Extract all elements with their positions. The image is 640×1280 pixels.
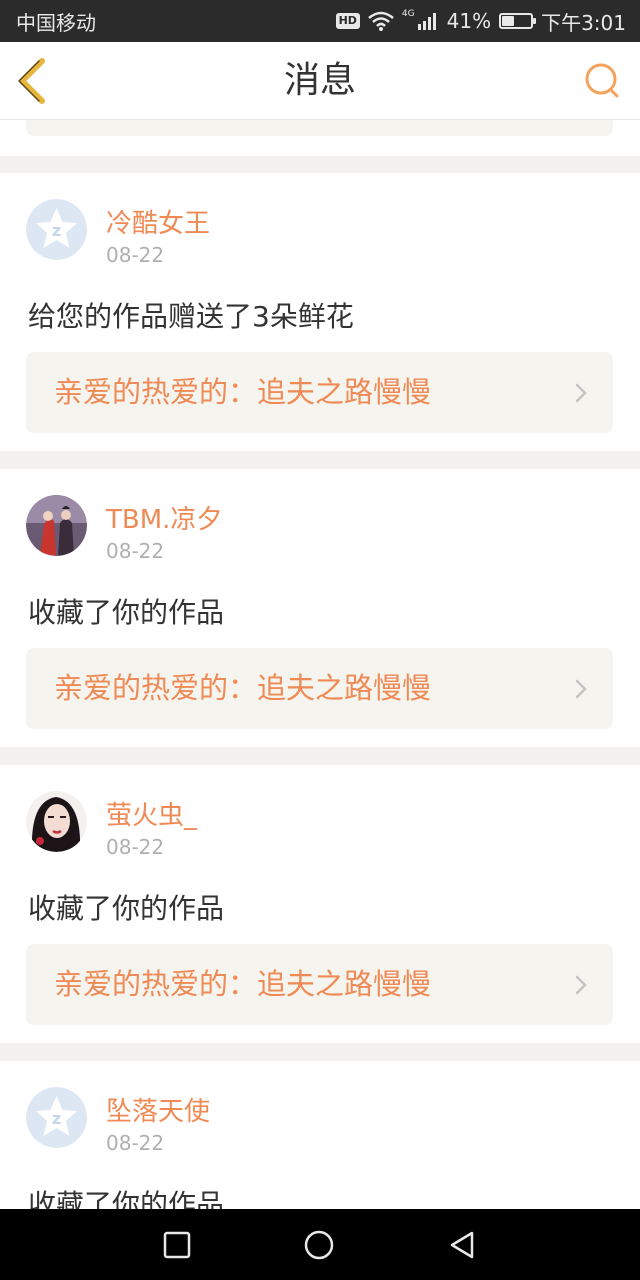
photo-avatar-icon bbox=[26, 495, 87, 556]
clock: 下午3:01 bbox=[541, 10, 626, 35]
triangle-back-icon bbox=[450, 1231, 474, 1259]
circle-icon bbox=[304, 1230, 334, 1260]
status-bar: 中国移动 HD 4G 41% 下午3:01 bbox=[0, 0, 640, 42]
chevron-right-icon bbox=[575, 383, 587, 403]
avatar[interactable]: z bbox=[26, 1087, 87, 1148]
back-arrow-icon bbox=[18, 58, 45, 104]
system-navigation-bar bbox=[0, 1209, 640, 1280]
default-avatar-icon: z bbox=[26, 1087, 87, 1148]
message-date: 08-22 bbox=[106, 1131, 165, 1155]
search-icon bbox=[585, 63, 619, 98]
message-date: 08-22 bbox=[106, 539, 165, 563]
photo-avatar-icon bbox=[26, 791, 87, 852]
chevron-right-icon bbox=[575, 975, 587, 995]
username[interactable]: 坠落天使 bbox=[106, 1091, 210, 1128]
chevron-right-icon bbox=[575, 679, 587, 699]
work-link-title: 亲爱的热爱的：追夫之路慢慢 bbox=[54, 375, 432, 409]
default-avatar-icon: z bbox=[26, 199, 87, 260]
avatar[interactable] bbox=[26, 495, 87, 556]
recent-apps-button[interactable] bbox=[161, 1229, 193, 1261]
partial-link-box bbox=[26, 120, 613, 136]
network-type: 4G bbox=[401, 8, 415, 19]
page-title: 消息 bbox=[283, 60, 356, 101]
message-date: 08-22 bbox=[106, 243, 165, 267]
wifi-icon bbox=[368, 11, 394, 31]
avatar[interactable] bbox=[26, 791, 87, 852]
work-link[interactable]: 亲爱的热爱的：追夫之路慢慢 bbox=[26, 352, 613, 433]
username[interactable]: 冷酷女王 bbox=[106, 203, 210, 240]
message-list[interactable]: z 冷酷女王 08-22 给您的作品赠送了3朵鲜花 亲爱的热爱的：追夫之路慢慢 bbox=[0, 120, 640, 1209]
message-text: 给您的作品赠送了3朵鲜花 bbox=[28, 300, 354, 333]
hd-icon: HD bbox=[335, 13, 360, 29]
search-button[interactable] bbox=[582, 60, 626, 104]
message-text: 收藏了你的作品 bbox=[28, 892, 225, 925]
avatar[interactable]: z bbox=[26, 199, 87, 260]
square-icon bbox=[163, 1231, 191, 1259]
status-icons: HD 4G 41% 下午3:01 bbox=[335, 7, 626, 36]
work-link[interactable]: 亲爱的热爱的：追夫之路慢慢 bbox=[26, 944, 613, 1025]
message-card: 萤火虫_ 08-22 收藏了你的作品 亲爱的热爱的：追夫之路慢慢 bbox=[0, 765, 640, 1043]
work-link-title: 亲爱的热爱的：追夫之路慢慢 bbox=[54, 967, 432, 1001]
username[interactable]: 萤火虫_ bbox=[106, 795, 197, 832]
back-nav-button[interactable] bbox=[446, 1229, 478, 1261]
battery-percent: 41% bbox=[446, 9, 492, 33]
nav-bar: 消息 bbox=[0, 42, 640, 120]
message-date: 08-22 bbox=[106, 835, 165, 859]
message-card: z 冷酷女王 08-22 给您的作品赠送了3朵鲜花 亲爱的热爱的：追夫之路慢慢 bbox=[0, 173, 640, 451]
svg-text:z: z bbox=[52, 221, 61, 240]
carrier-name: 中国移动 bbox=[16, 10, 96, 35]
home-button[interactable] bbox=[303, 1229, 335, 1261]
username[interactable]: TBM.凉夕 bbox=[106, 499, 222, 536]
battery-icon bbox=[499, 13, 537, 29]
partial-message-card bbox=[0, 120, 640, 156]
work-link[interactable]: 亲爱的热爱的：追夫之路慢慢 bbox=[26, 648, 613, 729]
svg-text:z: z bbox=[52, 1109, 61, 1128]
signal-icon bbox=[417, 13, 436, 30]
message-text: 收藏了你的作品 bbox=[28, 596, 225, 629]
work-link-title: 亲爱的热爱的：追夫之路慢慢 bbox=[54, 671, 432, 705]
message-text: 收藏了你的作品 bbox=[28, 1188, 225, 1209]
message-card: TBM.凉夕 08-22 收藏了你的作品 亲爱的热爱的：追夫之路慢慢 bbox=[0, 469, 640, 747]
back-button[interactable] bbox=[14, 54, 64, 108]
message-card: z 坠落天使 08-22 收藏了你的作品 bbox=[0, 1061, 640, 1209]
